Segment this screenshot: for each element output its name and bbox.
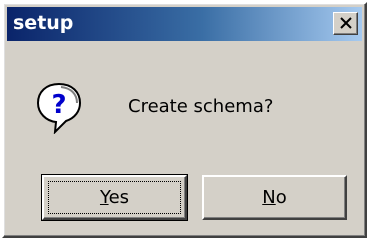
question-icon: ? bbox=[36, 82, 82, 134]
no-button[interactable]: No bbox=[202, 175, 347, 220]
setup-dialog: setup ? Create schema? Yes No bbox=[2, 2, 367, 238]
no-button-label: No bbox=[262, 187, 287, 208]
yes-button[interactable]: Yes bbox=[41, 174, 188, 221]
dialog-message: Create schema? bbox=[128, 96, 274, 117]
window-title: setup bbox=[13, 12, 74, 34]
title-bar[interactable]: setup bbox=[7, 7, 362, 41]
close-icon bbox=[340, 17, 352, 29]
yes-button-label: Yes bbox=[99, 187, 130, 208]
close-button[interactable] bbox=[333, 12, 358, 35]
svg-text:?: ? bbox=[51, 90, 66, 120]
